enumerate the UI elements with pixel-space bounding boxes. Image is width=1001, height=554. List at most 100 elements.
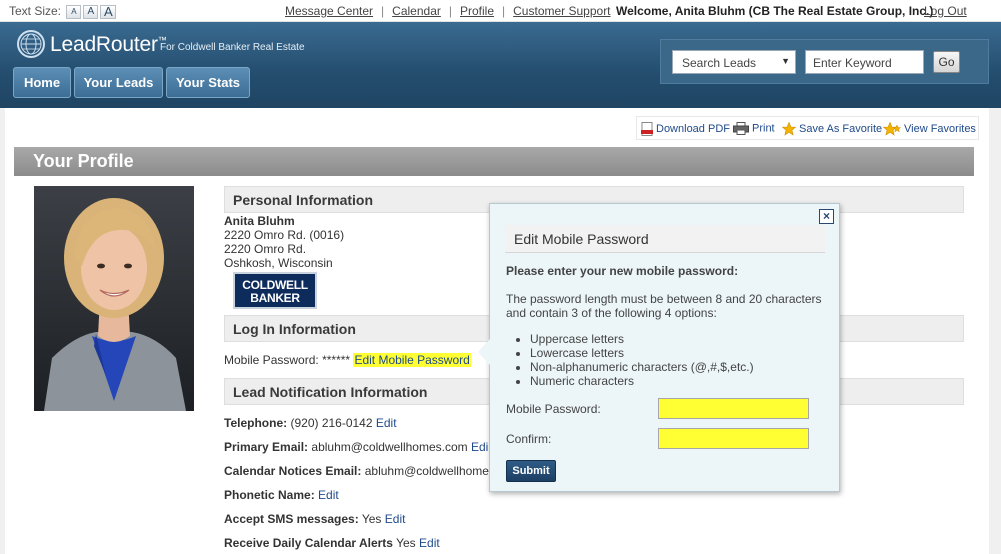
customer-support-link[interactable]: Customer Support — [513, 4, 610, 18]
top-links: Message Center | Calendar | Profile | Customer… — [285, 4, 611, 18]
text-size-control: Text Size: AAA — [9, 4, 117, 19]
save-favorite-link[interactable]: Save As Favorite — [782, 122, 882, 136]
address-line-1: 2220 Omro Rd. (0016) — [224, 228, 345, 242]
keyword-placeholder: Enter Keyword — [813, 56, 892, 70]
primary-email-value: abluhm@coldwellhomes.com — [311, 440, 468, 454]
profile-photo — [34, 186, 194, 411]
mobile-password-label: Mobile Password: — [224, 353, 319, 367]
print-link[interactable]: Print — [733, 122, 775, 135]
edit-sms-link[interactable]: Edit — [385, 512, 406, 526]
logo-name: LeadRouter — [50, 33, 158, 56]
personal-info-heading-text: Personal Information — [233, 192, 374, 208]
password-option: Non-alphanumeric characters (@,#,$,etc.) — [530, 360, 754, 374]
print-label: Print — [752, 122, 775, 135]
password-rule-line-1: The password length must be between 8 an… — [506, 292, 822, 306]
edit-mobile-password-link[interactable]: Edit Mobile Password — [353, 353, 471, 367]
close-icon[interactable]: × — [819, 209, 834, 224]
confirm-password-input[interactable] — [658, 428, 809, 449]
logout-link[interactable]: Log Out — [924, 4, 967, 18]
view-favorites-link[interactable]: View Favorites — [883, 122, 976, 136]
edit-phonetic-name-link[interactable]: Edit — [318, 488, 339, 502]
pdf-icon — [641, 122, 653, 136]
page-toolbar: Download PDF Print Save As Favorite View… — [636, 116, 979, 140]
dialog-pointer — [478, 339, 490, 365]
calendar-email-value: abluhm@coldwellhome — [364, 464, 489, 478]
text-size-label: Text Size: — [9, 4, 62, 18]
primary-email-label: Primary Email: — [224, 440, 309, 454]
search-type-select[interactable]: Search Leads ▼ — [672, 50, 796, 74]
telephone-label: Telephone: — [224, 416, 288, 430]
link-separator: | — [381, 4, 385, 18]
save-favorite-label: Save As Favorite — [799, 122, 883, 135]
keyword-input[interactable]: Enter Keyword — [805, 50, 924, 74]
dialog-title-text: Edit Mobile Password — [514, 231, 649, 247]
link-separator: | — [502, 4, 506, 18]
login-info-heading-text: Log In Information — [233, 321, 356, 337]
dialog-instruction: Please enter your new mobile password: — [506, 264, 739, 278]
daily-alerts-row: Receive Daily Calendar Alerts Yes Edit — [224, 536, 440, 550]
phonetic-name-label: Phonetic Name: — [224, 488, 315, 502]
sms-label: Accept SMS messages: — [224, 512, 359, 526]
stars-icon — [883, 122, 901, 136]
nav-your-stats-button[interactable]: Your Stats — [166, 67, 250, 98]
welcome-message: Welcome, Anita Bluhm (CB The Real Estate… — [616, 4, 934, 18]
password-rule-line-2: and contain 3 of the following 4 options… — [506, 306, 717, 320]
text-size-small-button[interactable]: A — [66, 4, 82, 19]
edit-telephone-link[interactable]: Edit — [376, 416, 397, 430]
link-separator: | — [448, 4, 452, 18]
page-title-bar: Your Profile — [14, 147, 974, 176]
view-favorites-label: View Favorites — [904, 122, 976, 135]
nav-your-leads-button[interactable]: Your Leads — [74, 67, 163, 98]
site-header: LeadRouter™ For Coldwell Banker Real Est… — [0, 22, 1001, 108]
coldwell-banker-logo: COLDWELL BANKER — [233, 272, 317, 309]
new-password-input[interactable] — [658, 398, 809, 419]
submit-button[interactable]: Submit — [506, 460, 556, 482]
sms-value: Yes — [361, 512, 382, 526]
search-go-button[interactable]: Go — [933, 51, 960, 73]
mobile-password-mask: ****** — [322, 353, 351, 367]
address-line-2: 2220 Omro Rd. — [224, 242, 307, 256]
brand-logo-line-2: BANKER — [250, 291, 300, 305]
search-type-value: Search Leads — [682, 56, 757, 70]
calendar-email-row: Calendar Notices Email: abluhm@coldwellh… — [224, 464, 489, 478]
search-panel: Search Leads ▼ Enter Keyword Go — [660, 39, 989, 84]
sms-row: Accept SMS messages: Yes Edit — [224, 512, 405, 526]
logo-tagline: For Coldwell Banker Real Estate — [160, 42, 305, 53]
mobile-password-row: Mobile Password: ****** Edit Mobile Pass… — [224, 353, 471, 367]
edit-mobile-password-dialog: × Edit Mobile Password Please enter your… — [478, 203, 840, 492]
edit-daily-alerts-link[interactable]: Edit — [419, 536, 440, 550]
download-pdf-label: Download PDF — [656, 122, 730, 135]
utility-bar: Text Size: AAA Message Center | Calendar | P… — [0, 0, 1001, 22]
telephone-value: (920) 216-0142 — [290, 416, 373, 430]
text-size-large-button[interactable]: A — [100, 4, 117, 19]
download-pdf-link[interactable]: Download PDF — [641, 122, 730, 136]
profile-link[interactable]: Profile — [460, 4, 494, 18]
new-password-label: Mobile Password: — [506, 402, 601, 416]
dropdown-arrow-icon: ▼ — [781, 56, 790, 66]
confirm-password-label: Confirm: — [506, 432, 552, 446]
printer-icon — [733, 122, 749, 135]
star-icon — [782, 122, 796, 136]
agent-name: Anita Bluhm — [224, 214, 295, 228]
nav-home-button[interactable]: Home — [13, 67, 71, 98]
phonetic-name-row: Phonetic Name: Edit — [224, 488, 339, 502]
daily-alerts-value: Yes — [396, 536, 416, 550]
primary-email-row: Primary Email: abluhm@coldwellhomes.com … — [224, 440, 488, 454]
calendar-email-label: Calendar Notices Email: — [224, 464, 362, 478]
daily-alerts-label: Receive Daily Calendar Alerts — [224, 536, 393, 550]
password-option: Lowercase letters — [530, 346, 754, 360]
telephone-row: Telephone: (920) 216-0142 Edit — [224, 416, 397, 430]
city-state: Oshkosh, Wisconsin — [224, 256, 333, 270]
password-option: Uppercase letters — [530, 332, 754, 346]
message-center-link[interactable]: Message Center — [285, 4, 373, 18]
text-size-medium-button[interactable]: A — [83, 4, 99, 19]
page-title: Your Profile — [33, 151, 134, 171]
dialog-title: Edit Mobile Password — [505, 225, 825, 253]
app-logo[interactable]: LeadRouter™ — [50, 33, 167, 57]
edit-primary-email-link[interactable]: Edi — [471, 440, 488, 454]
password-option: Numeric characters — [530, 374, 754, 388]
calendar-link[interactable]: Calendar — [392, 4, 441, 18]
globe-logo-icon — [17, 30, 45, 58]
password-options-list: Uppercase letters Lowercase letters Non-… — [514, 332, 754, 388]
lead-notification-heading-text: Lead Notification Information — [233, 384, 428, 400]
